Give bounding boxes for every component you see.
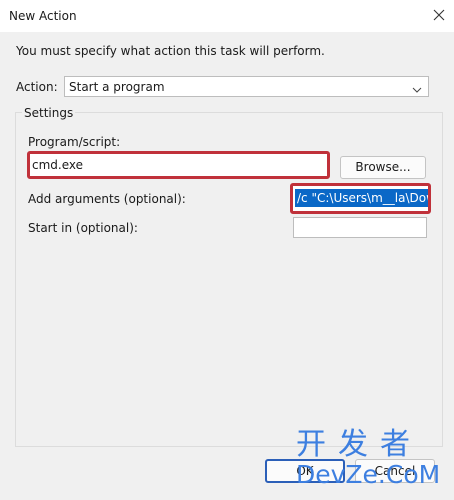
- arguments-input[interactable]: /c "C:\Users\m__la\Dow: [290, 183, 431, 214]
- watermark-line1: 开发者: [296, 427, 422, 462]
- watermark-line2: DevZe.CoM: [296, 460, 441, 489]
- task-description: You must specify what action this task w…: [16, 44, 325, 58]
- start-in-label: Start in (optional):: [28, 221, 138, 235]
- action-dropdown[interactable]: Start a program: [64, 76, 429, 97]
- settings-group-label: Settings: [22, 106, 76, 120]
- title-bar: New Action: [0, 0, 454, 32]
- arguments-selected-text: /c "C:\Users\m__la\Dow: [295, 189, 428, 207]
- action-label: Action:: [16, 80, 58, 94]
- chevron-down-icon: [412, 83, 422, 97]
- action-selected-value: Start a program: [69, 80, 165, 94]
- program-script-field: [27, 151, 330, 179]
- start-in-input[interactable]: [293, 217, 427, 238]
- arguments-label: Add arguments (optional):: [28, 192, 186, 206]
- browse-button[interactable]: Browse...: [340, 156, 426, 179]
- close-icon[interactable]: [428, 4, 450, 26]
- watermark: 开发者 DevZe.CoM: [296, 427, 441, 489]
- program-script-input[interactable]: [31, 155, 324, 175]
- window-title: New Action: [9, 9, 77, 23]
- program-script-label: Program/script:: [28, 135, 121, 149]
